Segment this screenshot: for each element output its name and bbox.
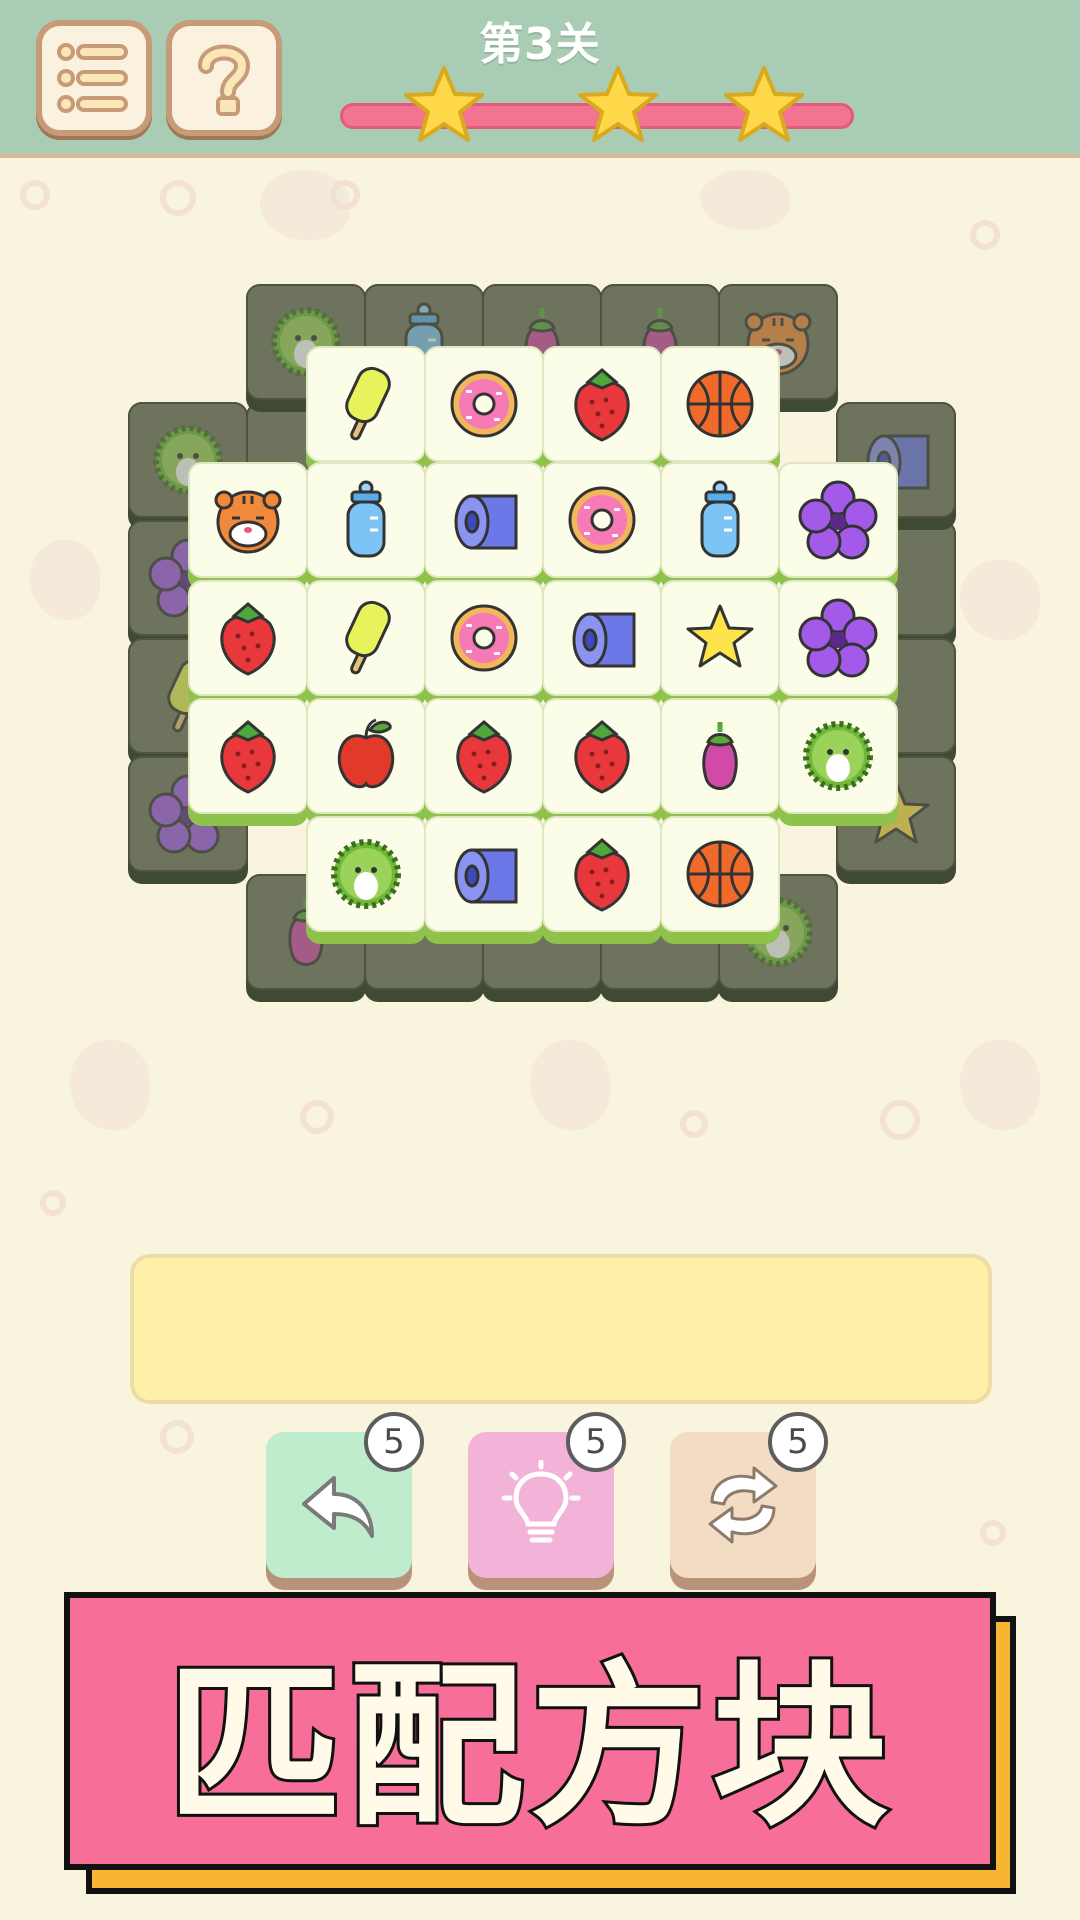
title-banner: 匹配方块 <box>64 1592 996 1870</box>
tile[interactable] <box>306 462 426 590</box>
tile[interactable] <box>660 816 780 944</box>
basketball-icon <box>686 370 754 438</box>
flower-icon <box>798 480 878 560</box>
undo-arrow-icon <box>302 1476 374 1538</box>
strawberry-icon <box>220 720 276 794</box>
toilet-paper-icon <box>572 612 636 668</box>
donut-icon <box>568 486 636 554</box>
strawberry-icon <box>574 838 630 912</box>
tile[interactable] <box>424 462 544 590</box>
tile[interactable] <box>660 346 780 474</box>
strawberry-icon <box>220 602 276 676</box>
tile[interactable] <box>424 816 544 944</box>
basketball-icon <box>686 840 754 908</box>
eggplant-icon <box>702 722 738 790</box>
toilet-paper-icon <box>454 848 518 904</box>
tile[interactable] <box>188 698 308 826</box>
tile[interactable] <box>542 698 662 826</box>
banner-title: 匹配方块 <box>163 1642 894 1853</box>
apple-icon <box>337 718 395 789</box>
tile[interactable] <box>306 580 426 708</box>
strawberry-icon <box>574 720 630 794</box>
tile[interactable] <box>306 816 426 944</box>
star-icon <box>686 604 754 668</box>
tile[interactable] <box>424 698 544 826</box>
strawberry-icon <box>574 368 630 442</box>
tile[interactable] <box>778 698 898 826</box>
tile[interactable] <box>660 580 780 708</box>
tile[interactable] <box>778 462 898 590</box>
undo-button[interactable]: 5 <box>266 1412 424 1578</box>
tile[interactable] <box>542 346 662 474</box>
baby-bottle-icon <box>346 480 386 558</box>
durian-icon <box>331 839 401 909</box>
tiger-icon <box>214 490 282 554</box>
tile[interactable] <box>306 698 426 826</box>
tile[interactable] <box>424 346 544 474</box>
baby-bottle-icon <box>700 480 740 558</box>
tile[interactable] <box>306 346 426 474</box>
tile[interactable] <box>188 580 308 708</box>
toilet-paper-icon <box>454 494 518 550</box>
tile[interactable] <box>542 462 662 590</box>
tile[interactable] <box>188 462 308 590</box>
shuffle-icon <box>708 1466 778 1544</box>
tile-tray <box>130 1254 992 1404</box>
shuffle-button[interactable]: 5 <box>670 1412 828 1578</box>
tile[interactable] <box>542 580 662 708</box>
tile[interactable] <box>424 580 544 708</box>
undo-count-badge: 5 <box>364 1412 424 1472</box>
tile[interactable] <box>778 580 898 708</box>
hint-count-badge: 5 <box>566 1412 626 1472</box>
hint-button[interactable]: 5 <box>468 1412 626 1578</box>
strawberry-icon <box>456 720 512 794</box>
donut-icon <box>450 604 518 672</box>
lightbulb-icon <box>501 1460 581 1543</box>
shuffle-count-badge: 5 <box>768 1412 828 1472</box>
tile[interactable] <box>660 462 780 590</box>
tile[interactable] <box>542 816 662 944</box>
popsicle-icon <box>345 366 391 441</box>
popsicle-icon <box>345 600 391 675</box>
durian-icon <box>803 721 873 791</box>
flower-icon <box>798 598 878 678</box>
tile[interactable] <box>660 698 780 826</box>
tile-board <box>0 0 1080 1100</box>
donut-icon <box>450 370 518 438</box>
